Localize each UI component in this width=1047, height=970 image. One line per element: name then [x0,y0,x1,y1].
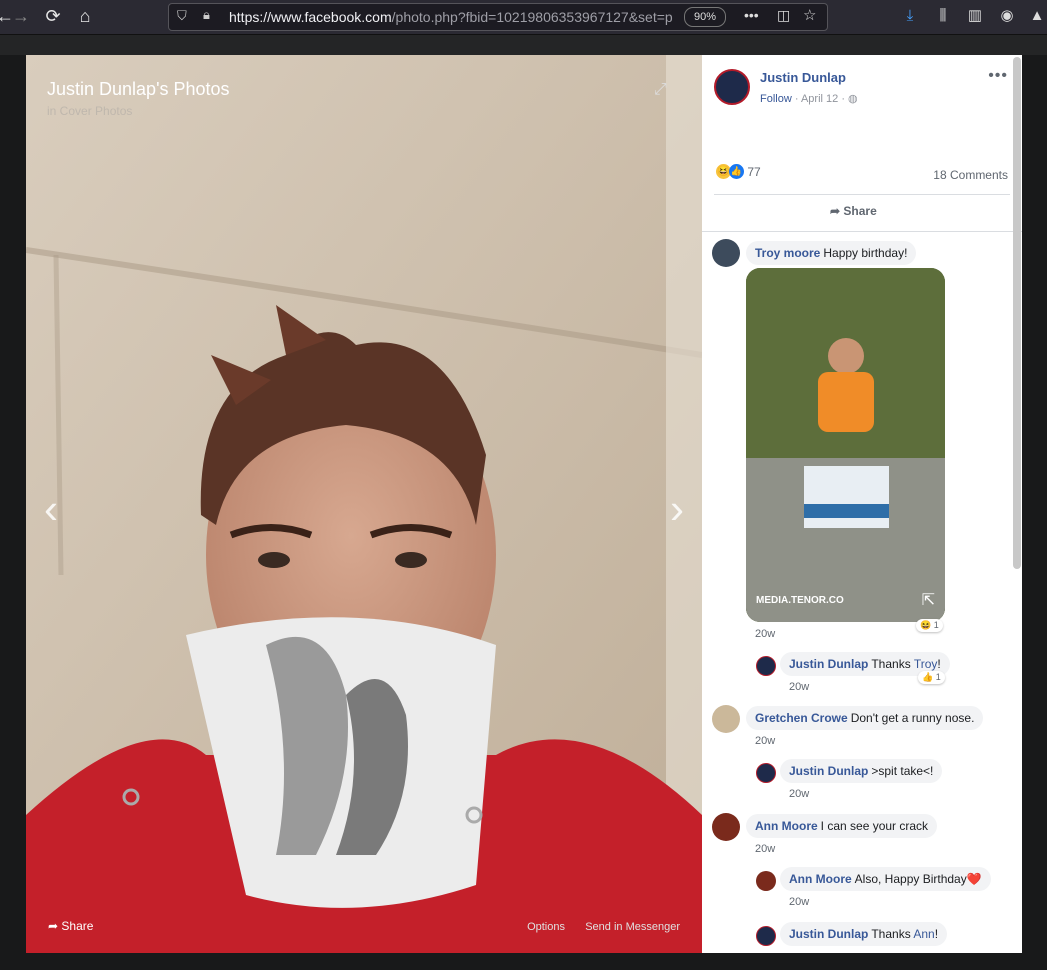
send-in-messenger-link[interactable]: Send in Messenger [585,921,680,933]
comment-reaction-chip[interactable]: 👍 1 [918,671,945,684]
mention-link[interactable]: Troy [914,657,938,671]
reload-icon[interactable]: ⟳ [38,0,68,34]
photo-viewer[interactable]: Justin Dunlap's Photos in Cover Photos ⤢… [26,55,702,953]
browser-toolbar: ← → ⟳ ⌂ ⛉ 🔒︎ https://www.facebook.com/ph… [0,0,1047,35]
commenter-avatar[interactable] [756,763,776,783]
commenter-name[interactable]: Troy moore [755,246,820,260]
home-icon[interactable]: ⌂ [70,0,100,34]
account-icon[interactable]: ◉ [997,6,1017,26]
shield-icon[interactable]: ⛉ [177,8,187,24]
commenter-name[interactable]: Gretchen Crowe [755,711,848,725]
follow-link[interactable]: Follow [760,93,792,105]
comment-time[interactable]: 20w [789,681,809,693]
post-date[interactable]: April 12 [801,93,838,105]
comment-bubble: Troy moore Happy birthday! [746,241,917,265]
comment-bubble: Justin Dunlap Thanks Ann! [780,922,948,946]
comment-text: Thanks [871,657,914,671]
comment-text: I can see your crack [820,819,929,833]
album-subtitle[interactable]: in Cover Photos [47,104,132,118]
globe-icon: ◍ [848,93,858,105]
commenter-name[interactable]: Justin Dunlap [789,657,868,671]
gif-image [746,268,945,622]
comment-reaction-chip[interactable]: 😆 1 [916,619,943,632]
zoom-level[interactable]: 90% [684,7,726,27]
mention-link[interactable]: Ann [913,927,934,941]
comment-time[interactable]: 20w [789,788,809,800]
comment-text: Happy birthday! [823,246,908,260]
panel-scrollbar[interactable] [1013,57,1021,569]
photo-share-button[interactable]: ➦ Share [48,919,93,933]
facebook-header-backdrop [0,35,1047,55]
comment-bubble: Ann Moore I can see your crack [746,814,938,838]
divider [702,231,1022,232]
commenter-name[interactable]: Justin Dunlap [789,927,868,941]
comment-text: Thanks [871,927,914,941]
comment-bubble: Gretchen Crowe Don't get a runny nose. [746,706,984,730]
commenter-avatar[interactable] [712,813,740,841]
reaction-summary[interactable]: 😆👍 77 [716,163,761,179]
comment-time[interactable]: 20w [755,735,775,747]
share-icon: ➦ [830,204,841,218]
download-icon[interactable]: ⤓ [900,6,920,26]
like-reaction-icon: 👍 [922,672,934,682]
comment-text: >spit take<! [871,764,934,778]
commenter-avatar[interactable] [712,705,740,733]
post-meta: Follow · April 12 · ◍ [760,93,858,105]
comment-time[interactable]: 20w [755,843,775,855]
url-bar[interactable]: ⛉ 🔒︎ https://www.facebook.com/photo.php?… [168,3,828,31]
extension-icon[interactable]: ▲ [1027,6,1047,26]
post-panel: Justin Dunlap Follow · April 12 · ◍ ••• … [702,55,1022,953]
post-author[interactable]: Justin Dunlap [760,70,846,85]
more-icon[interactable]: ••• [744,7,759,23]
commenter-name[interactable]: Ann Moore [789,872,852,886]
like-reaction-icon: 👍 [729,164,744,179]
comment-text: Also, Happy Birthday [854,872,967,886]
comments-count[interactable]: 18 Comments [933,168,1008,182]
forward-icon[interactable]: → [6,0,36,34]
lock-icon[interactable]: 🔒︎ [203,7,210,23]
gif-external-link-icon[interactable]: ⇱ [922,590,935,610]
commenter-name[interactable]: Justin Dunlap [789,764,868,778]
bookmark-star-icon[interactable]: ☆ [803,6,816,24]
selfie-photo [26,55,702,953]
haha-reaction-icon: 😆 [920,620,932,630]
comment-gif[interactable]: MEDIA.TENOR.CO ⇱ [746,268,945,622]
comment-text: Don't get a runny nose. [850,711,975,725]
commenter-avatar[interactable] [756,926,776,946]
sidebar-icon[interactable]: ▥ [965,6,985,26]
post-options-icon[interactable]: ••• [988,67,1008,85]
options-link[interactable]: Options [527,921,565,933]
previous-photo-icon[interactable]: ‹ [44,485,58,533]
heart-emoji-icon: ❤️ [966,872,982,886]
next-photo-icon[interactable]: › [670,485,684,533]
commenter-name[interactable]: Ann Moore [755,819,818,833]
fullscreen-icon[interactable]: ⤢ [654,81,672,99]
share-arrow-icon: ➦ [48,919,59,933]
author-avatar[interactable] [714,69,750,105]
url-text[interactable]: https://www.facebook.com/photo.php?fbid=… [229,9,673,25]
comment-bubble: Ann Moore Also, Happy Birthday❤️ [780,867,991,891]
divider [714,194,1010,195]
commenter-avatar[interactable] [712,239,740,267]
comment-time[interactable]: 20w [789,896,809,908]
reaction-count: 77 [747,165,761,179]
commenter-avatar[interactable] [756,871,776,891]
album-title[interactable]: Justin Dunlap's Photos [47,79,230,100]
photo-actions: ➦ Share Options Send in Messenger [26,897,702,953]
gif-source-label: MEDIA.TENOR.CO [756,595,844,606]
library-icon[interactable]: ⫼ [933,6,953,26]
commenter-avatar[interactable] [756,656,776,676]
comment-bubble: Justin Dunlap >spit take<! [780,759,943,783]
pocket-icon[interactable]: ◫ [777,7,790,24]
post-share-button[interactable]: ➦ Share [830,204,877,218]
comment-time[interactable]: 20w [755,628,775,640]
